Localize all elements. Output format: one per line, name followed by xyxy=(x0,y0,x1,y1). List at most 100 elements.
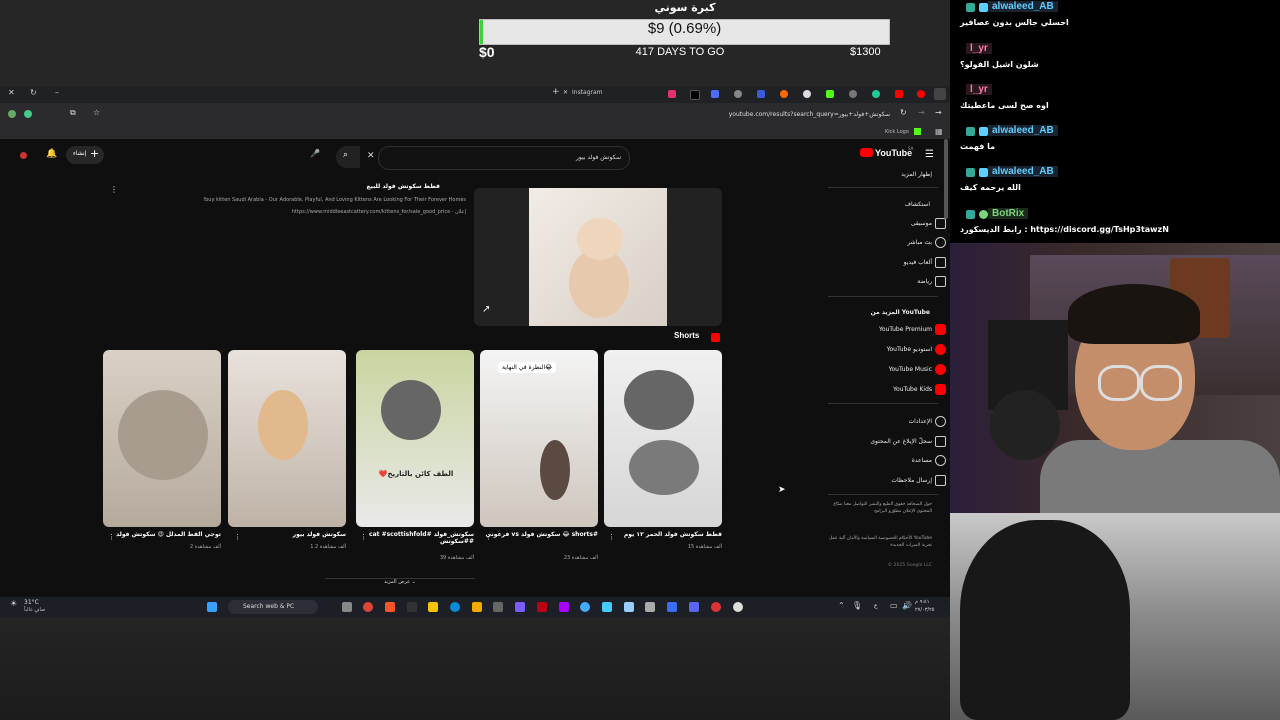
short-thumbnail[interactable]: النظرة في النهاية😂 xyxy=(480,350,598,527)
bookmark-kick[interactable]: Kick Logo xyxy=(885,129,909,135)
chevron-up-icon[interactable]: ⌃ xyxy=(838,601,845,610)
footer-links[interactable]: حول الصحافة حقوق الطبع والنشر التواصل مع… xyxy=(828,501,932,515)
tab-instagram[interactable]: Instagram xyxy=(572,89,603,96)
new-tab-icon[interactable]: + xyxy=(552,87,560,97)
tab-list-icon[interactable] xyxy=(934,88,946,100)
sidebar-item-gaming[interactable]: ألعاب فيديو xyxy=(904,257,946,268)
edge-icon[interactable] xyxy=(450,602,460,612)
tab-icon[interactable] xyxy=(803,90,811,98)
menu-icon[interactable]: ☰ xyxy=(925,149,934,160)
search-button[interactable]: ⌕ xyxy=(336,146,360,168)
app-icon[interactable] xyxy=(667,602,677,612)
sidebar-item-studio[interactable]: YouTube استوديو xyxy=(887,344,946,355)
app-icon[interactable] xyxy=(689,602,699,612)
app-icon[interactable] xyxy=(711,602,721,612)
sidebar-item-live[interactable]: بث مباشر xyxy=(907,237,946,248)
youtube-logo[interactable]: YouTube xyxy=(860,148,912,158)
search-input[interactable]: سكوتش فولد بيور ✕ xyxy=(367,146,630,170)
profile-icon[interactable] xyxy=(8,110,16,118)
more-options-icon[interactable]: ⋮ xyxy=(608,533,615,541)
sidebar-item-kids[interactable]: YouTube Kids xyxy=(893,384,946,395)
language-indicator[interactable]: ع xyxy=(874,602,878,609)
external-link-icon[interactable]: ↗ xyxy=(482,304,490,315)
taskbar-search[interactable]: Search web & PC xyxy=(228,600,318,614)
more-options-icon[interactable]: ⋮ xyxy=(234,533,241,541)
short-title[interactable]: cat #scottishfold# سكوتش_فولد #سكوتش# xyxy=(356,531,474,545)
clock-time[interactable]: ٩:٤١ م xyxy=(915,599,929,605)
app-icon[interactable] xyxy=(515,602,525,612)
short-title[interactable]: توجي القط المدلل 😍 سكوتش فولد xyxy=(103,531,221,538)
app-icon[interactable] xyxy=(645,602,655,612)
close-icon[interactable]: ✕ xyxy=(8,88,15,97)
weather-icon[interactable]: ☀ xyxy=(10,599,17,608)
star-icon[interactable]: ☆ xyxy=(93,108,100,117)
short-thumbnail[interactable]: ❤️الطف كائن بالتاريخ xyxy=(356,350,474,527)
short-title[interactable]: قطط سكوتش فولد الحمر ١٢ يوم xyxy=(604,531,722,538)
tab-close-icon[interactable]: ✕ xyxy=(563,89,568,96)
app-icon[interactable] xyxy=(602,602,612,612)
short-thumbnail[interactable] xyxy=(604,350,722,527)
tab-icon[interactable] xyxy=(849,90,857,98)
minimize-icon[interactable]: – xyxy=(55,88,59,97)
tab-icon[interactable] xyxy=(734,90,742,98)
extensions-icon[interactable]: ⧉ xyxy=(70,108,76,118)
task-view-icon[interactable] xyxy=(342,602,352,612)
sidebar-show-more[interactable]: إظهار المزيد⌄ xyxy=(901,170,948,178)
back-icon[interactable]: → xyxy=(935,108,942,117)
ad-title[interactable]: قطط سكوتش فولد للبيع xyxy=(190,183,440,190)
ad-url[interactable]: https://www.middleeastcattery.com/kitten… xyxy=(150,209,466,215)
reload-icon[interactable]: ↻ xyxy=(30,88,37,97)
sidebar-item-report-history[interactable]: سجلّ الإبلاغ عن المحتوى xyxy=(870,436,946,447)
app-icon[interactable] xyxy=(580,602,590,612)
short-thumbnail[interactable] xyxy=(228,350,346,527)
extension-icon[interactable] xyxy=(24,110,32,118)
kick-icon[interactable] xyxy=(826,90,834,98)
sidebar-item-premium[interactable]: YouTube Premium xyxy=(879,324,946,335)
more-options-icon[interactable]: ⋮ xyxy=(110,185,118,194)
show-more-shorts-button[interactable]: عرض المزيد ⌄ xyxy=(325,578,475,591)
sidebar-item-feedback[interactable]: إرسال ملاحظات xyxy=(891,475,946,486)
more-options-icon[interactable]: ⋮ xyxy=(360,533,367,541)
tab-icon[interactable] xyxy=(780,90,788,98)
avatar[interactable] xyxy=(20,152,27,159)
footer-links[interactable]: الأحكام الخصوصية السياسة والأمان آلية عم… xyxy=(828,535,932,549)
app-icon[interactable] xyxy=(407,602,417,612)
tab-icon[interactable] xyxy=(872,90,880,98)
reload-icon[interactable]: ↻ xyxy=(900,108,907,117)
sidebar-item-sports[interactable]: رياضة xyxy=(917,276,946,287)
tab-icon[interactable] xyxy=(711,90,719,98)
instagram-icon[interactable] xyxy=(668,90,676,98)
mic-icon[interactable]: 🎤 xyxy=(310,149,320,158)
network-icon[interactable]: ▭ xyxy=(890,601,898,610)
sidebar-item-music-app[interactable]: YouTube Music xyxy=(889,364,946,375)
more-options-icon[interactable]: ⋮ xyxy=(108,533,115,541)
apps-icon[interactable]: ▦ xyxy=(935,127,943,136)
scrollbar[interactable] xyxy=(944,139,948,219)
tiktok-icon[interactable] xyxy=(690,90,700,100)
short-thumbnail[interactable] xyxy=(103,350,221,527)
sidebar-item-settings[interactable]: الإعدادات xyxy=(909,416,946,427)
windows-start-icon[interactable] xyxy=(207,602,217,612)
app-icon[interactable] xyxy=(537,602,547,612)
ad-thumbnail[interactable]: ↗ xyxy=(474,188,722,326)
brave-icon[interactable] xyxy=(385,602,395,612)
youtube-tab-icon[interactable] xyxy=(917,90,925,98)
volume-icon[interactable]: 🔊 xyxy=(902,601,912,610)
notifications-icon[interactable]: 🔔 xyxy=(46,149,57,159)
app-icon[interactable] xyxy=(472,602,482,612)
clock-date[interactable]: ٢٧/٠٣/٢٥ xyxy=(915,607,934,613)
short-title[interactable]: سكوتش فولد بيور xyxy=(228,531,346,538)
app-icon[interactable] xyxy=(493,602,503,612)
mic-icon[interactable]: 🎙 xyxy=(852,601,862,610)
url-field[interactable]: youtube.com/results?search_query=سكوتش+ف… xyxy=(640,111,890,118)
file-explorer-icon[interactable] xyxy=(428,602,438,612)
forward-icon[interactable]: → xyxy=(918,108,925,117)
more-options-icon[interactable]: ⋮ xyxy=(485,533,492,541)
sidebar-item-help[interactable]: مساعدة xyxy=(912,455,946,466)
app-icon[interactable] xyxy=(624,602,634,612)
clear-icon[interactable]: ✕ xyxy=(367,151,375,161)
media-icon[interactable] xyxy=(733,602,743,612)
short-title[interactable]: فرعوني vs سكوتش فولد 😂 shorts# xyxy=(480,531,598,538)
tab-icon[interactable] xyxy=(757,90,765,98)
sidebar-item-music[interactable]: موسيقى xyxy=(911,218,946,229)
